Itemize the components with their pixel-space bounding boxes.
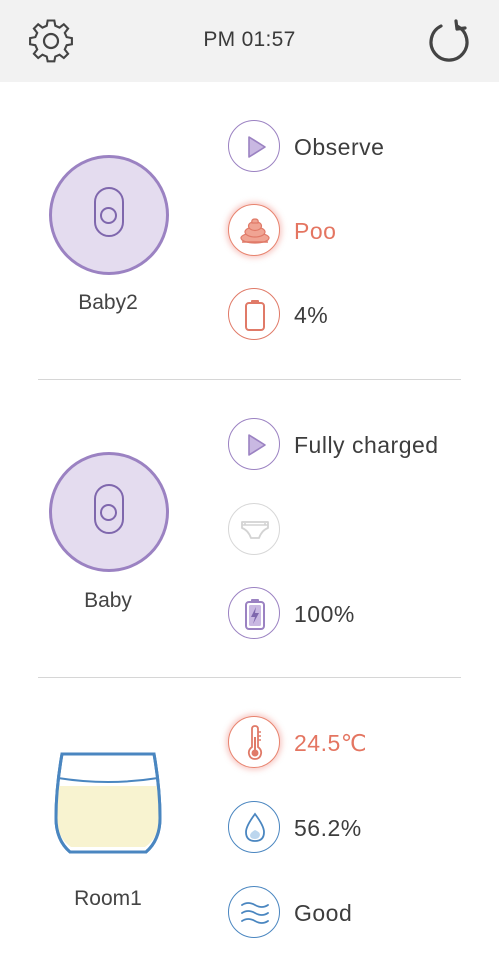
battery-level-text: 4% [294, 302, 329, 328]
battery-level-text: 100% [294, 601, 355, 627]
temperature-text: 24.5℃ [294, 730, 368, 756]
play-icon[interactable] [228, 120, 280, 172]
thermometer-icon[interactable] [228, 716, 280, 768]
device-avatar-baby[interactable] [49, 452, 169, 572]
humidity-text: 56.2% [294, 815, 362, 841]
air-quality-wave-icon[interactable] [228, 886, 280, 938]
air-quality-text: Good [294, 900, 353, 926]
humidity-drop-icon[interactable] [228, 801, 280, 853]
mode-status-text: Fully charged [294, 432, 439, 458]
device-avatar-baby2[interactable] [49, 155, 169, 275]
room-sensor-glass-icon[interactable] [50, 748, 166, 880]
poo-icon[interactable] [228, 204, 280, 256]
top-bar: PM 01:57 [0, 0, 499, 82]
device-name: Baby [84, 589, 132, 612]
mode-status-text: Observe [294, 134, 385, 160]
divider [38, 677, 461, 678]
sensor-icon [94, 484, 124, 534]
battery-low-icon[interactable] [228, 288, 280, 340]
divider [38, 379, 461, 380]
play-icon[interactable] [228, 418, 280, 470]
sensor-icon [94, 187, 124, 237]
device-name: Baby2 [78, 291, 138, 314]
diaper-status-text: Poo [294, 218, 337, 244]
diaper-icon[interactable] [228, 503, 280, 555]
room-name: Room1 [74, 887, 142, 910]
battery-charging-icon[interactable] [228, 587, 280, 639]
refresh-icon[interactable] [424, 17, 474, 65]
